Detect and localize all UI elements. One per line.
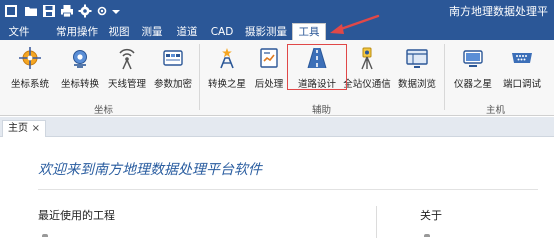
print-icon[interactable] [60, 3, 74, 19]
port-debug-button[interactable]: 端口调试 [498, 44, 546, 92]
recent-projects-title: 最近使用的工程 [38, 209, 115, 222]
group-label-aux: 辅助 [312, 105, 332, 116]
doc-tab-label: 主页 [8, 123, 28, 134]
tab-common-ops[interactable]: 常用操作 [54, 24, 100, 40]
welcome-heading: 欢迎来到南方地理数据处理平台软件 [38, 162, 262, 178]
coordinate-transform-button[interactable]: 坐标转换 [56, 44, 104, 92]
coordinate-transform-icon [73, 50, 87, 68]
ribbon-panel: 坐标系统 坐标转换 天线管理 参数加密 坐标 转换之星 后处理 道路设计 全站仪… [0, 40, 554, 116]
customize-dropdown-icon[interactable] [111, 3, 121, 19]
convert-star-button[interactable]: 转换之星 [204, 44, 250, 92]
group-label-coord: 坐标 [94, 105, 114, 116]
group-label-host: 主机 [486, 105, 506, 116]
highlight-box [287, 44, 347, 90]
parameter-densify-button[interactable]: 参数加密 [150, 44, 196, 92]
close-icon[interactable]: × [32, 121, 40, 136]
data-browse-icon [406, 49, 428, 68]
document-tabs: 主页 × [0, 117, 554, 137]
tab-road[interactable]: 道道 [173, 24, 201, 40]
tab-photogrammetry[interactable]: 摄影测量 [243, 24, 289, 40]
app-title: 南方地理数据处理平 [449, 5, 548, 18]
ribbon-tabs: 文件 常用操作 视图 测量 道道 CAD 摄影测量 工具 [0, 22, 554, 40]
divider [38, 189, 538, 190]
convert-star-icon [220, 48, 234, 69]
group-separator [444, 44, 445, 110]
quick-access-icon[interactable] [96, 3, 108, 19]
title-bar: 南方地理数据处理平 [0, 0, 554, 22]
total-station-comm-button[interactable]: 全站仪通信 [341, 44, 393, 92]
total-station-icon [361, 47, 373, 70]
tab-survey[interactable]: 测量 [139, 24, 165, 40]
tab-cad[interactable]: CAD [207, 24, 237, 40]
home-page: 欢迎来到南方地理数据处理平台软件 最近使用的工程 关于 [0, 137, 554, 238]
about-title: 关于 [420, 209, 442, 222]
group-separator [199, 44, 200, 110]
antenna-manage-button[interactable]: 天线管理 [104, 44, 150, 92]
coordinate-system-button[interactable]: 坐标系统 [6, 44, 54, 92]
post-process-icon [260, 48, 278, 68]
list-bullet-icon [42, 234, 48, 237]
post-process-button[interactable]: 后处理 [250, 44, 288, 92]
list-bullet-icon [424, 234, 430, 237]
data-browse-button[interactable]: 数据浏览 [394, 44, 440, 92]
serial-port-icon [512, 53, 532, 63]
coordinate-crosshair-icon [19, 47, 41, 69]
save-icon[interactable] [42, 3, 56, 19]
settings-icon[interactable] [78, 3, 92, 19]
open-folder-icon[interactable] [24, 3, 38, 19]
antenna-icon [119, 48, 135, 70]
tab-file[interactable]: 文件 [6, 24, 32, 40]
tab-tools[interactable]: 工具 [292, 23, 326, 40]
doc-tab-home[interactable]: 主页 × [2, 120, 46, 137]
instrument-star-button[interactable]: 仪器之星 [448, 44, 498, 92]
tab-view[interactable]: 视图 [106, 24, 132, 40]
parameter-icon [163, 50, 183, 66]
instrument-icon [463, 50, 483, 67]
app-icon[interactable] [4, 3, 18, 19]
column-divider [376, 206, 377, 238]
